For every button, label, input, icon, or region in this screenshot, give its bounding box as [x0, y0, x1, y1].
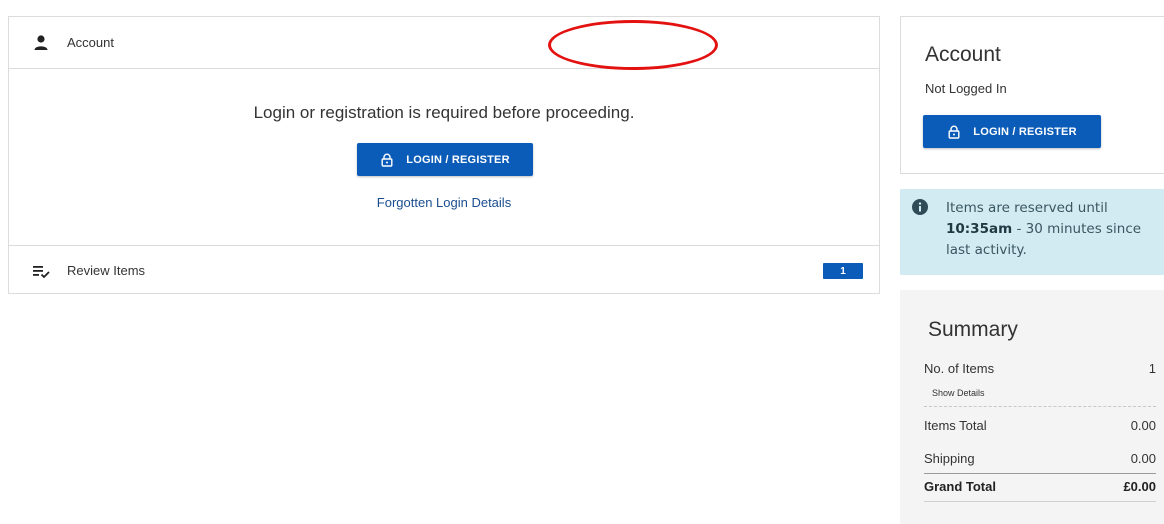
forgotten-login-link[interactable]: Forgotten Login Details	[9, 195, 879, 210]
summary-row-items-total: Items Total 0.00	[924, 418, 1156, 433]
reservation-text-prefix: Items are reserved until	[946, 200, 1108, 216]
info-icon	[912, 199, 928, 215]
summary-title: Summary	[928, 318, 1018, 341]
reservation-time: 10:35am	[946, 221, 1013, 237]
annotation-ellipse	[548, 20, 718, 70]
checkout-steps-panel: Account Login or registration is require…	[8, 16, 880, 294]
order-summary: Summary No. of Items 1 Show Details Item…	[900, 290, 1164, 524]
lock-icon	[948, 125, 960, 139]
review-items-count-badge: 1	[823, 263, 863, 279]
login-required-message: Login or registration is required before…	[253, 103, 635, 122]
items-total-value: 0.00	[1130, 418, 1156, 433]
account-card-title: Account	[925, 43, 1001, 66]
review-items-section-header[interactable]: Review Items 1	[9, 245, 879, 295]
login-register-button[interactable]: LOGIN / REGISTER	[357, 143, 533, 176]
show-details-link[interactable]: Show Details	[932, 388, 985, 398]
reservation-info-box: Items are reserved until 10:35am - 30 mi…	[900, 189, 1164, 275]
grand-total-label: Grand Total	[924, 479, 996, 494]
login-status: Not Logged In	[925, 81, 1007, 96]
shipping-value: 0.00	[1130, 451, 1156, 466]
summary-row-shipping: Shipping 0.00	[924, 451, 1156, 466]
account-card: Account Not Logged In LOGIN / REGISTER	[900, 16, 1164, 174]
person-icon	[34, 34, 48, 50]
sidebar-login-register-label: LOGIN / REGISTER	[973, 125, 1077, 138]
review-items-label: Review Items	[67, 263, 146, 278]
items-count-value: 1	[1148, 361, 1156, 376]
summary-bottom-divider	[924, 501, 1156, 502]
checklist-icon	[33, 265, 50, 278]
account-section-label: Account	[67, 35, 114, 50]
login-required-section: Login or registration is required before…	[9, 69, 879, 245]
items-count-label: No. of Items	[924, 361, 995, 376]
summary-divider	[924, 406, 1156, 407]
grand-total-value: £0.00	[1123, 479, 1156, 494]
login-register-button-label: LOGIN / REGISTER	[406, 153, 510, 166]
summary-total-divider	[924, 473, 1156, 474]
account-section-header[interactable]: Account	[9, 17, 879, 69]
shipping-label: Shipping	[924, 451, 975, 466]
sidebar-login-register-button[interactable]: LOGIN / REGISTER	[923, 115, 1101, 148]
summary-row-grand-total: Grand Total £0.00	[924, 479, 1156, 494]
summary-row-items: No. of Items 1	[924, 361, 1156, 376]
items-total-label: Items Total	[924, 418, 987, 433]
lock-icon	[381, 153, 393, 167]
reservation-info-text: Items are reserved until 10:35am - 30 mi…	[946, 198, 1158, 261]
